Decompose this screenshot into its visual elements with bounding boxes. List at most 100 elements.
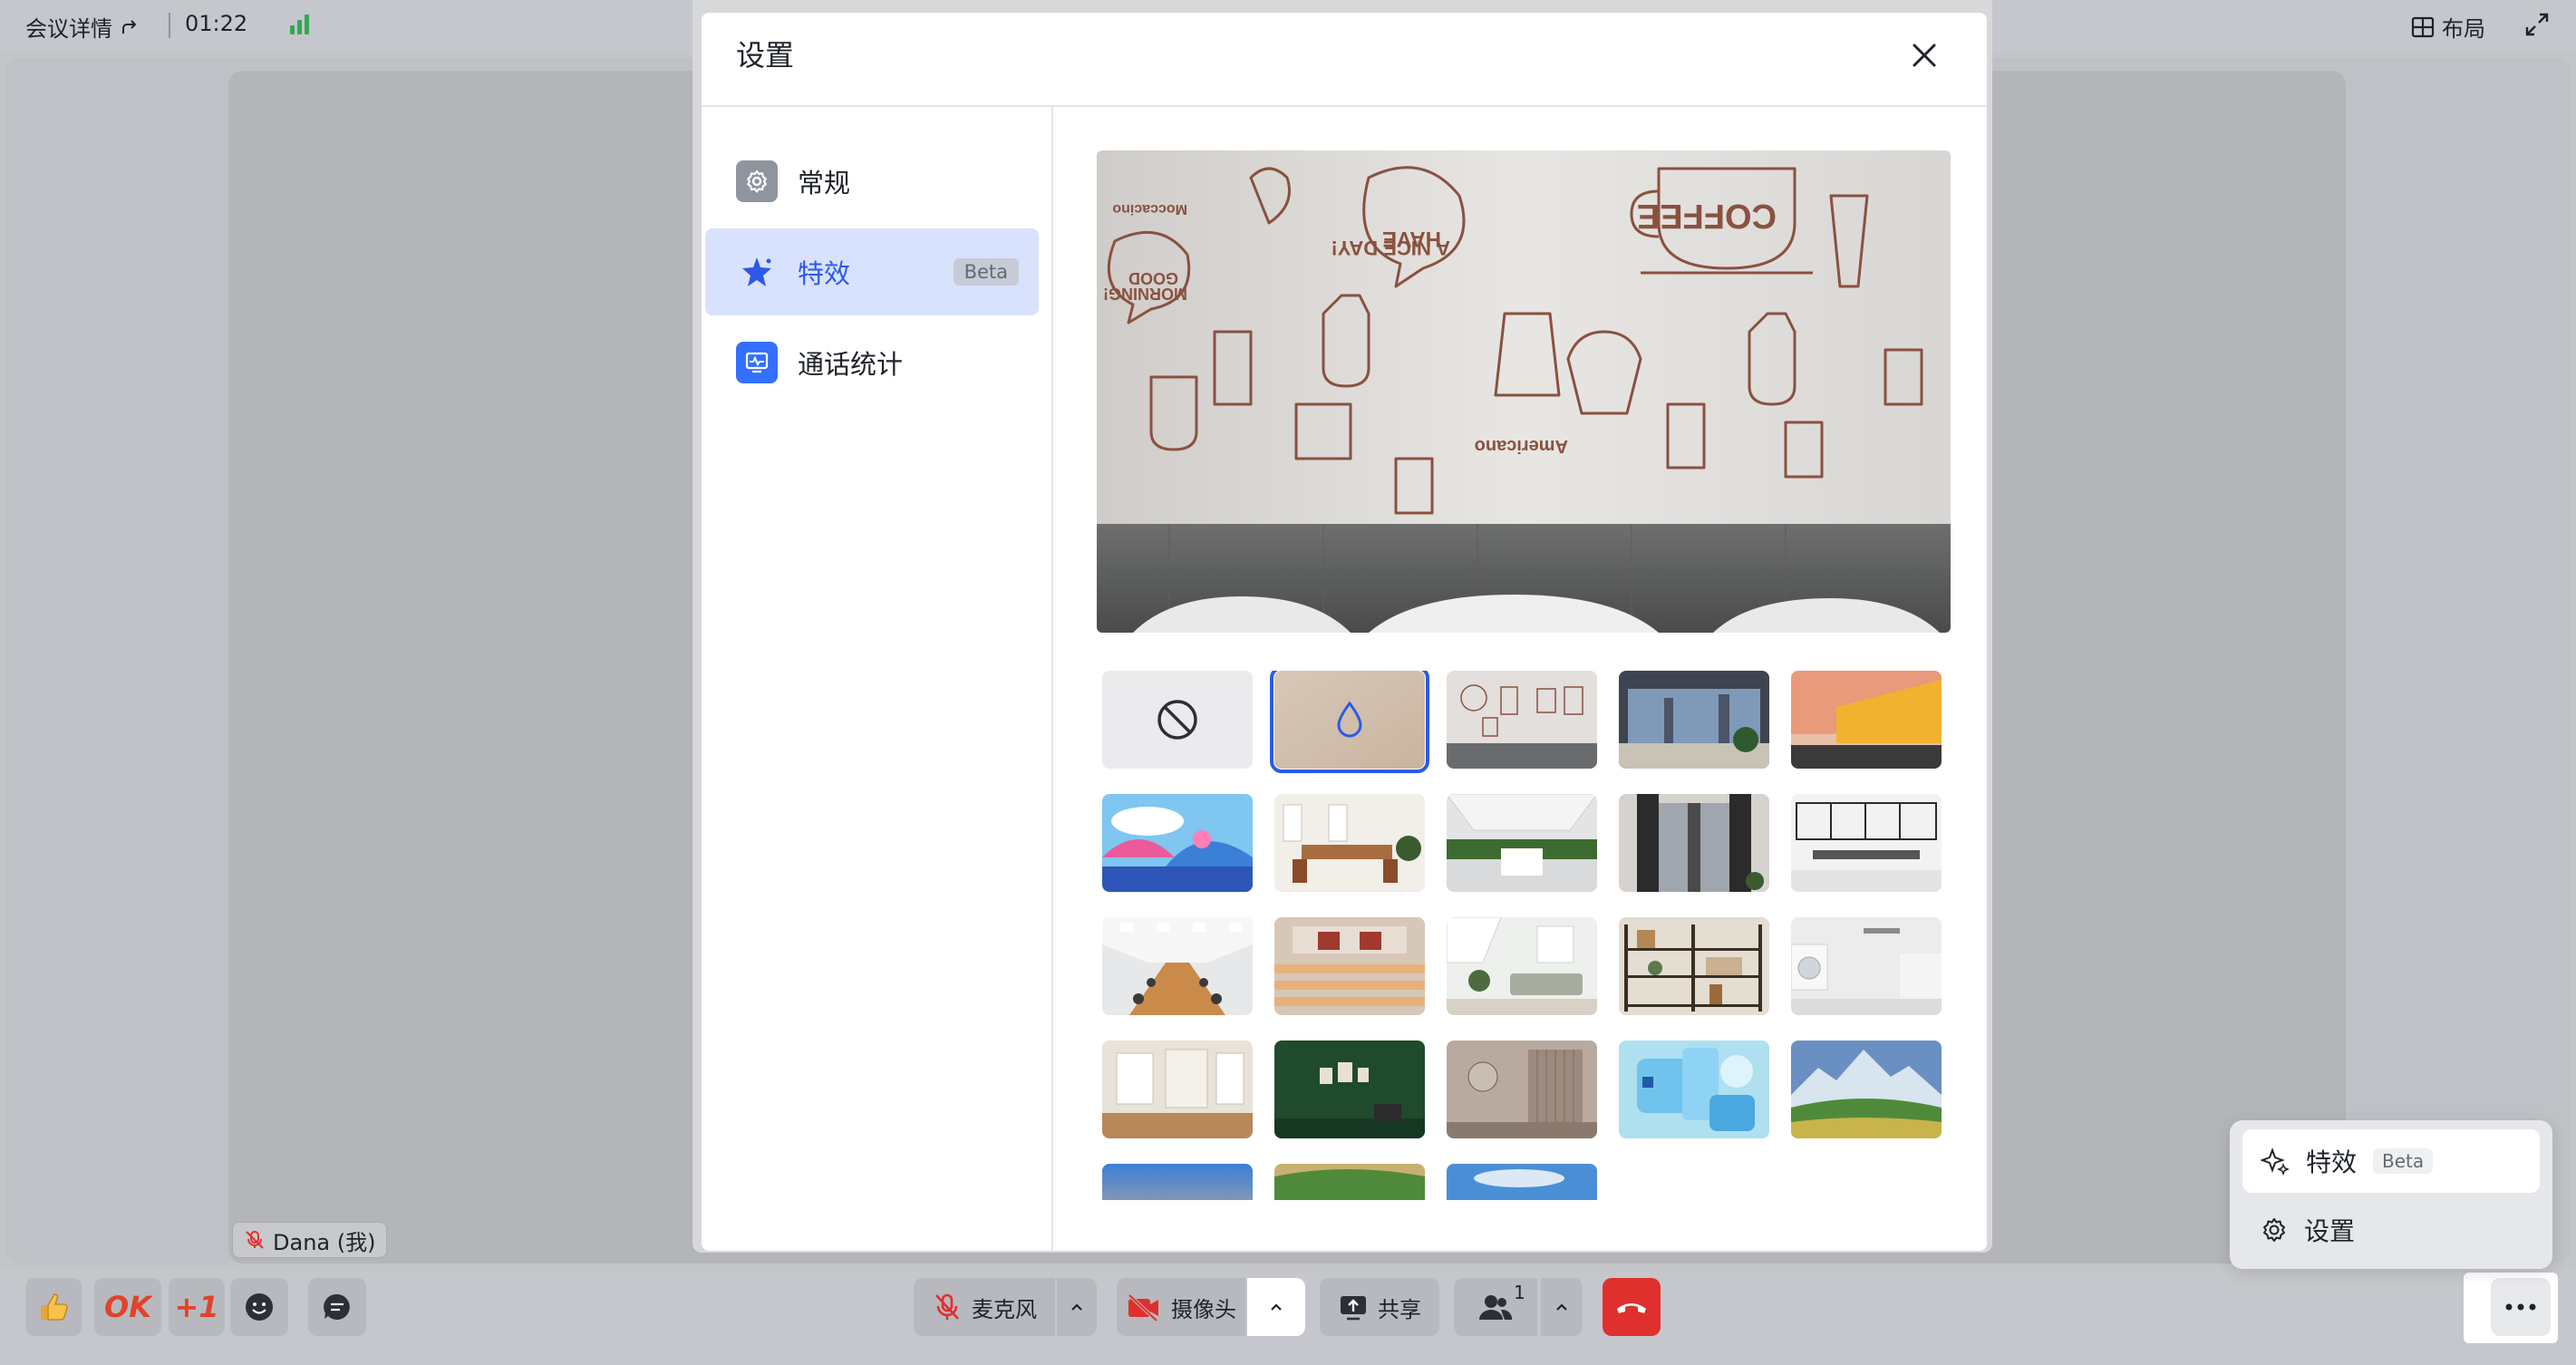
background-option-white-laundry-room[interactable] [1791, 917, 1942, 1015]
background-option-white-conference-room[interactable] [1791, 794, 1942, 892]
emoji-button[interactable] [230, 1278, 288, 1336]
sparkle-icon [2261, 1147, 2290, 1176]
react-ok-label: OK [104, 1290, 151, 1324]
preview-text-americano: Americano [1475, 436, 1568, 456]
background-option-blur[interactable] [1270, 671, 1429, 773]
background-option-illustrated-islands[interactable] [1102, 794, 1253, 892]
gear-icon [2263, 1218, 2285, 1242]
background-option-green-wall-room[interactable] [1274, 1041, 1425, 1138]
nav-item-general[interactable]: 常规 [705, 138, 1039, 225]
microphone-button[interactable]: 麦克风 [914, 1278, 1055, 1336]
none-thumbnail [1102, 671, 1253, 769]
chevron-up-icon [1271, 1303, 1282, 1311]
mountain-landscape-thumbnail [1791, 1041, 1942, 1138]
beta-badge: Beta [953, 258, 1019, 286]
background-option-bright-living-room[interactable] [1447, 917, 1597, 1015]
background-option-long-boardroom[interactable] [1102, 917, 1253, 1015]
microphone-options-button[interactable] [1057, 1278, 1097, 1336]
share-label: 共享 [1378, 1296, 1421, 1322]
sparkle-star-icon [736, 251, 778, 293]
background-option-green-hills[interactable] [1274, 1164, 1425, 1200]
long-boardroom-thumbnail [1102, 917, 1253, 1015]
nav-item-effects-label: 特效 [798, 258, 851, 289]
more-button[interactable] [2491, 1278, 2551, 1336]
meeting-details-button[interactable]: 会议详情 [25, 11, 140, 43]
chat-button[interactable] [308, 1278, 366, 1336]
mic-muted-icon [246, 1231, 264, 1249]
signal-strength-icon [290, 15, 309, 34]
green-wall-room-thumbnail [1274, 1041, 1425, 1138]
background-option-abstract-blue-shapes[interactable] [1619, 1041, 1769, 1138]
meeting-details-label: 会议详情 [25, 16, 112, 42]
chat-bubble-icon [324, 1293, 350, 1320]
microphone-label: 麦克风 [972, 1296, 1037, 1322]
chevron-up-icon [1556, 1303, 1567, 1311]
react-thumbs-up-button[interactable] [25, 1278, 82, 1336]
preview-text-nice-day: A NICE DAY! [1331, 237, 1450, 259]
office-window-city-thumbnail [1619, 671, 1769, 769]
nav-item-effects[interactable]: 特效 Beta [705, 228, 1039, 315]
background-option-orange-wall-room[interactable] [1791, 671, 1942, 769]
layout-label: 布局 [2442, 16, 2485, 42]
participants-count: 1 [1514, 1282, 1525, 1303]
grid-layout-icon [2411, 16, 2435, 37]
illustrated-islands-thumbnail [1102, 794, 1253, 892]
background-option-coffee-wall[interactable] [1447, 671, 1597, 769]
menu-item-effects[interactable]: 特效 Beta [2242, 1129, 2540, 1193]
camera-button[interactable]: 摄像头 [1117, 1278, 1245, 1336]
wood-meeting-room-thumbnail [1274, 794, 1425, 892]
green-plant-office-thumbnail [1447, 794, 1597, 892]
dialog-header-divider [702, 105, 1987, 107]
empty-hall-thumbnail [1102, 1041, 1253, 1138]
background-option-empty-hall[interactable] [1102, 1041, 1253, 1138]
beta-badge: Beta [2373, 1148, 2434, 1174]
react-plus-label: +1 [174, 1290, 219, 1324]
bookshelf-thumbnail [1619, 917, 1769, 1015]
react-plus-one-button[interactable]: +1 [169, 1278, 225, 1336]
background-option-bookshelf[interactable] [1619, 917, 1769, 1015]
background-option-wood-meeting-room[interactable] [1274, 794, 1425, 892]
background-option-office-window-city[interactable] [1619, 671, 1769, 769]
background-option-green-plant-office[interactable] [1447, 794, 1597, 892]
share-button[interactable]: 共享 [1320, 1278, 1439, 1336]
menu-item-settings[interactable]: 设置 [2242, 1198, 2540, 1262]
orange-wall-room-thumbnail [1791, 671, 1942, 769]
participants-options-button[interactable] [1541, 1278, 1583, 1336]
background-option-mountain-landscape[interactable] [1791, 1041, 1942, 1138]
divider [169, 13, 170, 38]
camera-options-button[interactable] [1247, 1278, 1305, 1336]
beige-interior-thumbnail [1447, 1041, 1597, 1138]
meeting-timer: 01:22 [185, 11, 248, 36]
white-laundry-room-thumbnail [1791, 917, 1942, 1015]
preview-text-good: GOOD [1128, 269, 1178, 287]
leave-meeting-button[interactable] [1603, 1278, 1661, 1336]
participants-icon [1479, 1295, 1513, 1320]
participant-name: Dana (我) [273, 1229, 376, 1255]
background-option-lecture-hall[interactable] [1274, 917, 1425, 1015]
menu-item-effects-label: 特效 [2306, 1147, 2358, 1177]
background-option-beige-interior[interactable] [1447, 1041, 1597, 1138]
background-option-dark-doorway[interactable] [1619, 794, 1769, 892]
camera-off-icon [1128, 1293, 1158, 1322]
sunset-sky-thumbnail [1102, 1164, 1253, 1200]
background-option-sunset-sky[interactable] [1102, 1164, 1253, 1200]
nav-item-call-stats[interactable]: 通话统计 [705, 319, 1039, 406]
close-icon[interactable] [1907, 38, 1942, 73]
settings-dialog: 设置 常规 特效 Beta 通话统计 COFFEE HAVE A NICE DA… [702, 13, 1987, 1251]
mic-off-icon [935, 1293, 959, 1320]
nav-item-call-stats-label: 通话统计 [798, 349, 904, 380]
participants-button[interactable]: 1 [1454, 1278, 1537, 1336]
background-grid [1102, 671, 1954, 1200]
more-menu-popup: 特效 Beta 设置 [2230, 1120, 2552, 1269]
preview-text-moccacino: Moccacino [1112, 201, 1187, 217]
background-option-blue-sky-clouds[interactable] [1447, 1164, 1597, 1200]
background-option-none[interactable] [1102, 671, 1253, 769]
hang-up-icon [1617, 1303, 1646, 1313]
abstract-blue-shapes-thumbnail [1619, 1041, 1769, 1138]
smiley-icon [246, 1293, 273, 1321]
blur-thumbnail [1274, 671, 1425, 769]
menu-item-settings-label: 设置 [2304, 1216, 2356, 1246]
layout-button[interactable]: 布局 [2411, 11, 2485, 43]
react-ok-button[interactable]: OK [94, 1278, 161, 1336]
fullscreen-icon[interactable] [2523, 11, 2551, 38]
